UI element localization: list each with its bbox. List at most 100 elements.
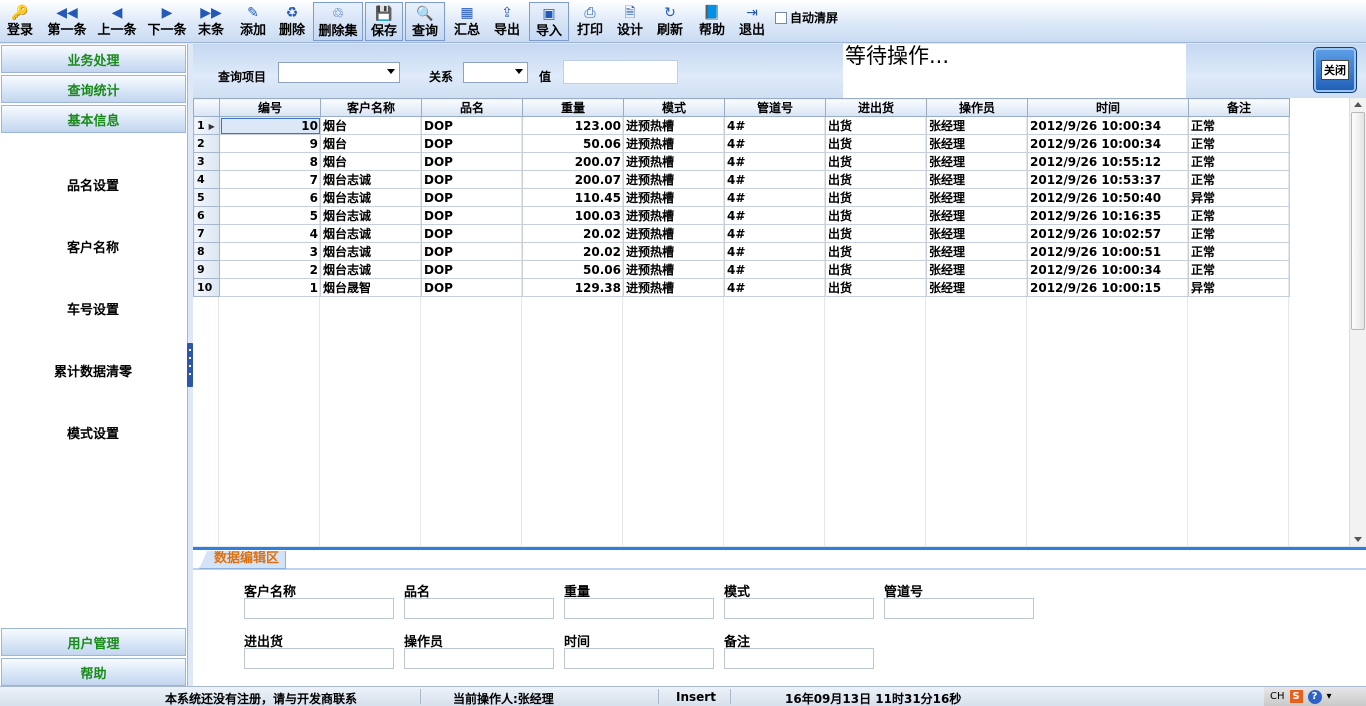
column-header[interactable]: 进出货 xyxy=(825,98,927,117)
value-input[interactable] xyxy=(563,60,678,84)
table-cell[interactable]: 6 xyxy=(219,188,321,207)
table-cell[interactable]: 正常 xyxy=(1188,242,1290,261)
table-cell[interactable]: 正常 xyxy=(1188,152,1290,171)
table-cell[interactable]: 7 xyxy=(219,170,321,189)
table-cell[interactable]: 2012/9/26 10:50:40 xyxy=(1027,188,1189,207)
table-row[interactable]: 9 2 烟台志诚 DOP 50.06 进预热槽 4# 出货 张经理 2012/9/26 10:00… xyxy=(193,260,1290,279)
table-cell[interactable]: 2012/9/26 10:00:34 xyxy=(1027,134,1189,153)
table-cell[interactable]: 异常 xyxy=(1188,278,1290,297)
table-cell[interactable]: 张经理 xyxy=(926,278,1028,297)
column-header[interactable]: 客户名称 xyxy=(320,98,422,117)
column-header[interactable]: 模式 xyxy=(623,98,725,117)
language-indicator[interactable]: CH xyxy=(1270,691,1285,702)
relation-select[interactable] xyxy=(463,62,528,83)
table-cell[interactable]: 进预热槽 xyxy=(623,116,725,135)
table-cell[interactable]: 2012/9/26 10:53:37 xyxy=(1027,170,1189,189)
table-cell[interactable]: 4# xyxy=(724,152,826,171)
table-row[interactable]: 4 7 烟台志诚 DOP 200.07 进预热槽 4# 出货 张经理 2012/9/26 10:5… xyxy=(193,170,1290,189)
export-button[interactable]: ⇪ 导出 xyxy=(488,2,526,41)
ime-icon[interactable]: S xyxy=(1289,690,1303,703)
table-cell[interactable]: 129.38 xyxy=(522,278,624,297)
table-cell[interactable]: 4# xyxy=(724,206,826,225)
login-button[interactable]: 🔑 登录 xyxy=(2,2,38,41)
column-header[interactable]: 重量 xyxy=(522,98,624,117)
table-cell[interactable]: 张经理 xyxy=(926,224,1028,243)
table-cell[interactable]: 烟台志诚 xyxy=(320,206,422,225)
table-cell[interactable]: DOP xyxy=(421,206,523,225)
help-button[interactable]: 📘 帮助 xyxy=(693,2,731,41)
table-cell[interactable]: 张经理 xyxy=(926,116,1028,135)
row-header[interactable]: 3 xyxy=(193,152,220,171)
design-button[interactable]: 🗎 设计 xyxy=(611,2,649,41)
mode-input[interactable] xyxy=(724,598,874,619)
sidebar-item-mode-settings[interactable]: 模式设置 xyxy=(0,423,186,442)
delete-button[interactable]: ♻ 删除 xyxy=(273,2,311,41)
row-header[interactable]: 4 xyxy=(193,170,220,189)
table-row[interactable]: 1 ▶ 10 烟台 DOP 123.00 进预热槽 4# 出货 张经理 2012/9/26 10:0… xyxy=(193,116,1290,135)
table-cell[interactable]: 正常 xyxy=(1188,134,1290,153)
sidebar-header-query-stats[interactable]: 查询统计 xyxy=(1,75,186,103)
table-cell[interactable]: DOP xyxy=(421,116,523,135)
sidebar-header-help[interactable]: 帮助 xyxy=(1,658,186,686)
auto-clear-checkbox[interactable]: 自动清屏 xyxy=(775,9,838,26)
table-cell[interactable]: 烟台志诚 xyxy=(320,170,422,189)
table-cell[interactable]: 张经理 xyxy=(926,170,1028,189)
table-cell[interactable]: 2012/9/26 10:00:34 xyxy=(1027,116,1189,135)
vertical-scrollbar[interactable] xyxy=(1349,98,1366,546)
row-header[interactable]: 9 xyxy=(193,260,220,279)
table-cell[interactable]: 200.07 xyxy=(522,170,624,189)
column-header[interactable]: 品名 xyxy=(421,98,523,117)
pipe-number-input[interactable] xyxy=(884,598,1034,619)
last-record-button[interactable]: ▶▶ 末条 xyxy=(193,2,229,41)
table-cell[interactable]: 烟台志诚 xyxy=(320,188,422,207)
row-header[interactable]: 7 xyxy=(193,224,220,243)
table-row[interactable]: 10 1 烟台晟智 DOP 129.38 进预热槽 4# 出货 张经理 2012/9/26 10:… xyxy=(193,278,1290,297)
table-cell[interactable]: 出货 xyxy=(825,116,927,135)
table-row[interactable]: 2 9 烟台 DOP 50.06 进预热槽 4# 出货 张经理 2012/9/26 10:00:3… xyxy=(193,134,1290,153)
table-cell[interactable]: 正常 xyxy=(1188,224,1290,243)
print-button[interactable]: ⎙ 打印 xyxy=(571,2,609,41)
table-cell[interactable]: 张经理 xyxy=(926,152,1028,171)
table-row[interactable]: 7 4 烟台志诚 DOP 20.02 进预热槽 4# 出货 张经理 2012/9/26 10:02… xyxy=(193,224,1290,243)
table-cell[interactable]: 2012/9/26 10:55:12 xyxy=(1027,152,1189,171)
product-name-input[interactable] xyxy=(404,598,554,619)
table-cell[interactable]: 进预热槽 xyxy=(623,224,725,243)
row-header[interactable]: 8 xyxy=(193,242,220,261)
sidebar-header-business[interactable]: 业务处理 xyxy=(1,45,186,73)
checkbox-box[interactable] xyxy=(775,11,787,24)
table-cell[interactable]: 出货 xyxy=(825,278,927,297)
table-cell[interactable]: DOP xyxy=(421,188,523,207)
table-cell[interactable]: 4# xyxy=(724,134,826,153)
remark-input[interactable] xyxy=(724,648,874,669)
table-cell[interactable]: 2012/9/26 10:00:51 xyxy=(1027,242,1189,261)
table-cell[interactable]: 烟台 xyxy=(320,152,422,171)
table-cell[interactable]: 20.02 xyxy=(522,224,624,243)
customer-name-input[interactable] xyxy=(244,598,394,619)
weight-input[interactable] xyxy=(564,598,714,619)
table-cell[interactable]: 烟台志诚 xyxy=(320,242,422,261)
table-cell[interactable]: 4# xyxy=(724,260,826,279)
table-cell[interactable]: 张经理 xyxy=(926,242,1028,261)
table-cell[interactable]: 出货 xyxy=(825,188,927,207)
table-row[interactable]: 3 8 烟台 DOP 200.07 进预热槽 4# 出货 张经理 2012/9/26 10:55:… xyxy=(193,152,1290,171)
table-cell[interactable]: 2 xyxy=(219,260,321,279)
table-cell[interactable]: 4# xyxy=(724,224,826,243)
table-row[interactable]: 8 3 烟台志诚 DOP 20.02 进预热槽 4# 出货 张经理 2012/9/26 10:00… xyxy=(193,242,1290,261)
table-cell[interactable]: 正常 xyxy=(1188,206,1290,225)
scrollbar-thumb[interactable] xyxy=(1351,112,1365,330)
table-cell[interactable]: 出货 xyxy=(825,224,927,243)
table-cell[interactable]: 出货 xyxy=(825,170,927,189)
sidebar-item-clear-cumulative-data[interactable]: 累计数据清零 xyxy=(0,361,186,380)
sidebar-item-customer-name[interactable]: 客户名称 xyxy=(0,237,186,256)
table-cell[interactable]: 进预热槽 xyxy=(623,260,725,279)
table-cell[interactable]: 4# xyxy=(724,116,826,135)
table-cell[interactable]: 正常 xyxy=(1188,260,1290,279)
table-cell[interactable]: 10 xyxy=(219,116,321,135)
table-cell[interactable]: 张经理 xyxy=(926,206,1028,225)
column-header[interactable]: 管道号 xyxy=(724,98,826,117)
table-cell[interactable]: 20.02 xyxy=(522,242,624,261)
table-cell[interactable]: 烟台志诚 xyxy=(320,260,422,279)
table-cell[interactable]: 5 xyxy=(219,206,321,225)
table-cell[interactable]: 出货 xyxy=(825,206,927,225)
data-grid[interactable]: 编号 客户名称 品名 重量 模式 管道号 进出货 操作员 时间 备注 1 ▶ 10 烟台 DOP 123.0… xyxy=(193,98,1366,546)
